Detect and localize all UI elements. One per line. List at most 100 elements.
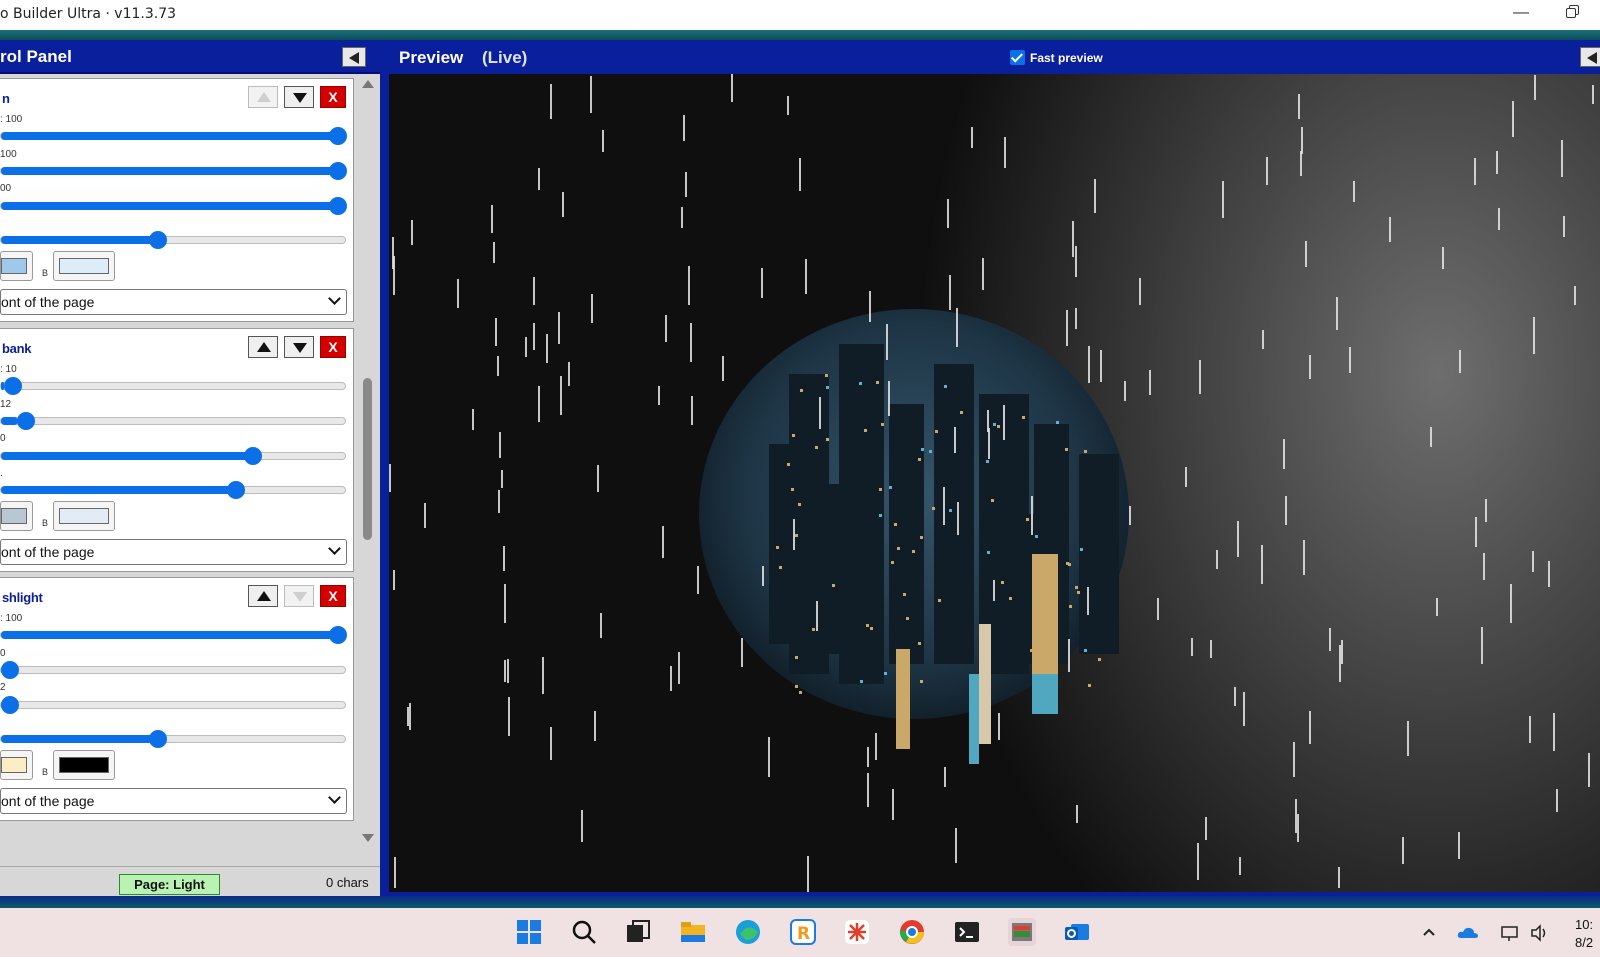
onedrive-icon[interactable] [1457,924,1479,943]
task-view-icon[interactable] [624,918,652,946]
rain-drop [1474,517,1477,547]
chrome-icon[interactable] [898,918,926,946]
spark-app-icon[interactable] [843,918,871,946]
placement-select[interactable]: ont of the page [0,539,347,565]
clock-date: 8/2 [1575,935,1594,950]
slider[interactable] [0,626,347,644]
slider-thumb[interactable] [17,412,36,430]
move-down-button[interactable] [284,86,314,108]
slider[interactable] [0,481,346,499]
rain-drop [768,736,771,777]
move-up-button[interactable] [248,585,278,607]
network-icon[interactable] [1500,924,1520,945]
rain-drop [1198,359,1201,395]
slider-thumb[interactable] [148,231,167,249]
slider-thumb[interactable] [227,481,246,499]
rain-drop [949,275,952,311]
rain-drop [687,266,690,306]
terminal-icon[interactable] [953,918,981,946]
fast-preview-checkbox[interactable] [1010,50,1025,65]
slider-thumb[interactable] [4,377,23,395]
scrollbar-thumb[interactable] [363,378,372,540]
window-light [865,624,869,627]
slider[interactable] [0,412,346,430]
fast-preview-label[interactable]: Fast preview [1030,51,1103,65]
color-swatch-a[interactable] [0,750,33,780]
window-light [938,598,942,602]
window-light [1065,561,1069,565]
collapse-panel-button[interactable] [342,47,366,67]
slider-fill [1,167,339,175]
collapse-preview-button[interactable] [1580,47,1600,67]
slider[interactable] [0,127,347,145]
color-swatch-b[interactable] [53,750,115,780]
slider[interactable] [0,197,347,215]
slider[interactable] [0,730,346,748]
rain-drop [1555,788,1558,812]
builder-app-icon[interactable] [1008,918,1036,946]
color-b-label: B [42,767,49,777]
title-bar: o Builder Ultra · v11.3.73 — [0,0,1600,30]
slider[interactable] [0,231,346,249]
slider[interactable] [0,696,346,714]
move-up-button[interactable] [248,86,278,108]
taskbar-clock[interactable]: 10: 8/2 [1575,916,1593,952]
slider-thumb[interactable] [329,197,347,215]
delete-layer-button[interactable]: X [320,336,346,358]
scroll-down-arrow[interactable] [362,832,374,844]
slider-thumb[interactable] [329,127,347,145]
slider[interactable] [0,377,346,395]
placement-select[interactable]: ont of the page [0,289,347,315]
outlook-icon[interactable] [1063,918,1091,946]
rain-drop [955,828,958,863]
rain-drop [1509,583,1512,624]
placement-select[interactable]: ont of the page [0,788,347,814]
rain-drop [954,426,957,453]
slider-thumb[interactable] [329,626,347,644]
rain-drop [943,766,946,787]
color-swatch-b[interactable] [53,251,115,281]
windows-start-icon[interactable] [515,918,543,946]
rain-drop [1303,540,1306,576]
slider-thumb[interactable] [243,447,262,465]
scroll-up-arrow[interactable] [362,78,374,90]
window-light [1097,657,1101,661]
page-badge[interactable]: Page: Light [119,874,220,895]
delete-layer-button[interactable]: X [320,86,346,108]
rain-drop [499,431,502,459]
r-app-icon[interactable]: R [789,918,817,946]
color-swatch-a[interactable] [0,501,33,531]
rain-drop [761,268,764,298]
search-icon[interactable] [570,918,598,946]
preview-canvas[interactable] [389,74,1600,892]
slider[interactable] [0,661,346,679]
rain-drop [537,168,540,191]
rain-drop [875,732,878,761]
slider-thumb[interactable] [1,696,19,714]
slider-label: : 100 [0,613,23,624]
building-shape [889,404,924,664]
window-light [888,486,892,490]
move-up-button[interactable] [248,336,278,358]
edge-icon[interactable] [734,918,762,946]
window-light [795,533,799,537]
slider[interactable] [0,162,347,180]
move-down-button[interactable] [284,585,314,607]
tray-overflow-icon[interactable] [1421,924,1437,943]
rain-drop [1532,550,1535,572]
move-down-button[interactable] [284,336,314,358]
volume-icon[interactable] [1530,924,1550,945]
delete-layer-button[interactable]: X [320,585,346,607]
color-swatch-a[interactable] [0,251,33,281]
maximize-button[interactable] [1563,3,1585,25]
slider-thumb[interactable] [1,661,19,679]
rain-drop [497,489,500,513]
window-light [879,514,883,518]
file-explorer-icon[interactable] [679,918,707,946]
rain-drop [602,130,605,152]
slider[interactable] [0,447,346,465]
color-swatch-b[interactable] [53,501,115,531]
minimize-button[interactable]: — [1510,2,1532,24]
slider-thumb[interactable] [329,162,347,180]
slider-thumb[interactable] [148,730,167,748]
